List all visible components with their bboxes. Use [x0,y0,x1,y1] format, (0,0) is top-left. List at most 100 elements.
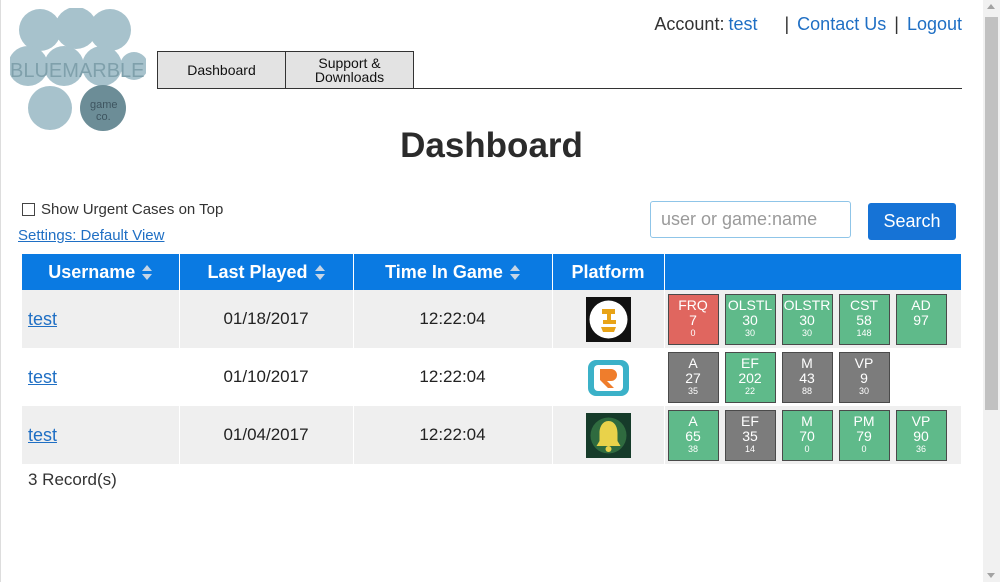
score-badge[interactable]: A 27 35 [667,351,719,403]
col-time-in-game-label: Time In Game [385,261,503,282]
search-button[interactable]: Search [868,203,956,240]
scroll-down-icon[interactable] [987,573,995,578]
score-badge[interactable]: EF 202 22 [724,351,776,403]
urgent-checkbox[interactable] [22,203,35,216]
search-input[interactable] [650,201,851,238]
badge-label: FRQ [678,296,708,313]
score-badge[interactable]: M 70 0 [781,409,833,461]
separator: | [784,14,790,34]
badge-group: A 65 38 EF 35 14 M 70 0 PM 79 0 VP 90 36 [665,409,962,461]
cell-last-played: 01/04/2017 [179,406,354,464]
account-bar: Account: test | Contact Us | Logout [654,14,962,35]
badge-label: OLSTR [783,296,831,313]
score-badge[interactable]: CST 58 148 [838,293,890,345]
badge-sub-value: 0 [804,443,810,454]
badge-value: 58 [856,311,872,328]
score-badge[interactable]: FRQ 7 0 [667,293,719,345]
record-count: 3 Record(s) [28,470,117,489]
badge-sub-value: 22 [744,385,755,396]
badge-label: EF [741,354,759,371]
col-username-header[interactable]: Username [22,254,180,290]
cell-username: test [22,290,180,348]
sort-icon[interactable] [314,264,325,281]
contact-us-link[interactable]: Contact Us [797,14,886,34]
score-badge[interactable]: PM 79 0 [838,409,890,461]
score-badge[interactable]: AD 97 [895,293,947,345]
settings-view-link[interactable]: Settings: Default View [18,227,164,244]
cell-username: test [22,406,180,464]
vertical-scrollbar[interactable] [983,0,1000,582]
score-badge[interactable]: VP 90 36 [895,409,947,461]
badge-label: OLSTL [727,296,773,313]
sort-icon[interactable] [509,264,520,281]
badge-value: 90 [913,427,929,444]
tab-support-downloads[interactable]: Support & Downloads [286,51,414,89]
badge-label: M [801,412,813,429]
score-badge[interactable]: VP 9 30 [838,351,890,403]
cell-scores: A 65 38 EF 35 14 M 70 0 PM 79 0 VP 90 36 [664,406,961,464]
badge-label: EF [741,412,759,429]
score-badge[interactable]: M 43 88 [781,351,833,403]
badge-sub-value: 36 [915,443,926,454]
score-badge[interactable]: A 65 38 [667,409,719,461]
cell-username: test [22,348,180,406]
table-row: test 01/10/2017 12:22:04 A 27 35 EF 202 … [22,348,961,406]
username-link[interactable]: test [28,425,57,445]
badge-sub-value: 38 [687,443,698,454]
account-user-link[interactable]: test [728,14,757,34]
col-last-played-header[interactable]: Last Played [179,254,354,290]
separator: | [894,14,899,34]
username-link[interactable]: test [28,309,57,329]
score-badge[interactable]: OLSTR 30 30 [781,293,833,345]
badge-sub-value: 14 [744,443,755,454]
table-row: test 01/18/2017 12:22:04 FRQ 7 0 OLSTL 3… [22,290,961,348]
score-badge[interactable]: EF 35 14 [724,409,776,461]
cell-platform [552,406,665,464]
badge-value: 70 [799,427,815,444]
cell-last-played: 01/10/2017 [179,348,354,406]
cell-platform [552,348,665,406]
score-badge[interactable]: OLSTL 30 30 [724,293,776,345]
scroll-up-icon[interactable] [987,4,995,9]
badge-value: 97 [913,311,929,328]
badge-sub-value: 0 [690,327,696,338]
col-time-in-game-header[interactable]: Time In Game [353,254,553,290]
badge-sub-value: 88 [801,385,812,396]
username-link[interactable]: test [28,367,57,387]
tab-dashboard[interactable]: Dashboard [157,51,286,89]
badge-label: PM [853,412,875,429]
badge-group: FRQ 7 0 OLSTL 30 30 OLSTR 30 30 CST 58 1… [665,293,962,345]
cell-time-in-game: 12:22:04 [353,348,553,406]
urgent-toggle[interactable]: Show Urgent Cases on Top [22,201,223,218]
bluemarble-logo[interactable]: BLUEMARBLE game co. [10,8,146,132]
col-platform-header: Platform [552,254,665,290]
badge-sub-value: 35 [687,385,698,396]
cell-scores: A 27 35 EF 202 22 M 43 88 VP 9 30 [664,348,961,406]
badge-value: 7 [689,311,697,328]
scroll-thumb[interactable] [985,17,998,410]
badge-label: VP [854,354,874,371]
badge-label: A [688,354,698,371]
dashboard-table: Username Last Played Time In Game Platfo… [22,254,961,464]
cell-platform [552,290,665,348]
table-row: test 01/04/2017 12:22:04 A 65 38 EF 35 1… [22,406,961,464]
account-label: Account: [654,14,725,34]
badge-sub-value: 30 [801,327,812,338]
sort-icon[interactable] [142,264,153,281]
table-header-row: Username Last Played Time In Game Platfo… [22,254,961,290]
game-icon-white [585,296,631,342]
nav-divider [414,88,962,89]
logout-link[interactable]: Logout [907,14,962,34]
badge-group: A 27 35 EF 202 22 M 43 88 VP 9 30 [665,351,962,403]
badge-value: 79 [856,427,872,444]
badge-sub-value: 148 [856,327,872,338]
badge-value: 43 [799,369,815,386]
badge-sub-value: 0 [861,443,867,454]
col-last-played-label: Last Played [207,261,308,282]
badge-label: AD [911,296,931,313]
badge-value: 35 [742,427,758,444]
urgent-label: Show Urgent Cases on Top [41,201,224,218]
badge-value: 9 [860,369,868,386]
game-icon-bell [585,412,631,458]
badge-sub-value: 30 [858,385,869,396]
